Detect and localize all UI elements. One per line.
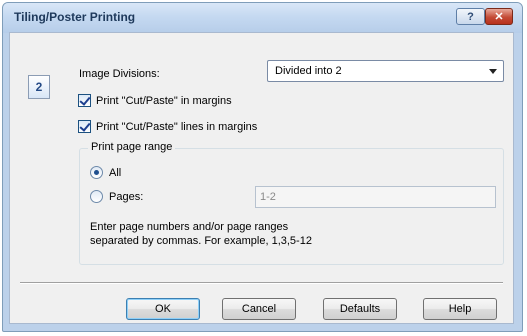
checkmark-icon bbox=[79, 94, 91, 106]
defaults-button-label: Defaults bbox=[339, 303, 381, 315]
all-pages-radio[interactable] bbox=[90, 166, 103, 179]
ok-button-label: OK bbox=[155, 303, 171, 315]
image-divisions-label: Image Divisions: bbox=[79, 68, 160, 80]
cancel-button[interactable]: Cancel bbox=[222, 298, 296, 320]
help-button[interactable]: Help bbox=[423, 298, 497, 320]
all-pages-label[interactable]: All bbox=[109, 167, 121, 179]
close-button[interactable]: ✕ bbox=[485, 8, 513, 25]
pages-radio[interactable] bbox=[90, 190, 103, 203]
cut-paste-margins-checkbox[interactable] bbox=[78, 94, 91, 107]
cut-paste-margins-label[interactable]: Print "Cut/Paste" in margins bbox=[96, 95, 232, 107]
title-help-button[interactable]: ? bbox=[456, 8, 485, 25]
division-count: 2 bbox=[35, 80, 43, 94]
pages-input-value: 1-2 bbox=[260, 191, 276, 203]
cancel-button-label: Cancel bbox=[241, 303, 277, 315]
image-divisions-value: Divided into 2 bbox=[275, 65, 342, 77]
dialog-title: Tiling/Poster Printing bbox=[14, 10, 136, 24]
cut-paste-lines-label[interactable]: Print "Cut/Paste" lines in margins bbox=[96, 121, 257, 133]
chevron-down-icon bbox=[489, 69, 497, 74]
pages-input[interactable]: 1-2 bbox=[255, 186, 496, 208]
print-page-range-label: Print page range bbox=[88, 141, 176, 153]
checkmark-icon bbox=[79, 120, 91, 132]
close-icon: ✕ bbox=[494, 11, 504, 23]
pages-label[interactable]: Pages: bbox=[109, 191, 143, 203]
title-bar: Tiling/Poster Printing ? ✕ bbox=[3, 3, 522, 33]
button-separator bbox=[20, 282, 503, 284]
radio-selected-dot bbox=[94, 170, 99, 175]
page-range-hint-line1: Enter page numbers and/or page ranges bbox=[90, 221, 289, 233]
help-button-label: Help bbox=[448, 303, 472, 315]
ok-button[interactable]: OK bbox=[126, 298, 200, 320]
page-range-hint-line2: separated by commas. For example, 1,3,5-… bbox=[90, 235, 312, 247]
defaults-button[interactable]: Defaults bbox=[323, 298, 397, 320]
division-preview-icon: 2 bbox=[28, 75, 50, 99]
cut-paste-lines-checkbox[interactable] bbox=[78, 120, 91, 133]
question-icon: ? bbox=[467, 10, 474, 23]
image-divisions-select[interactable]: Divided into 2 bbox=[267, 60, 504, 82]
